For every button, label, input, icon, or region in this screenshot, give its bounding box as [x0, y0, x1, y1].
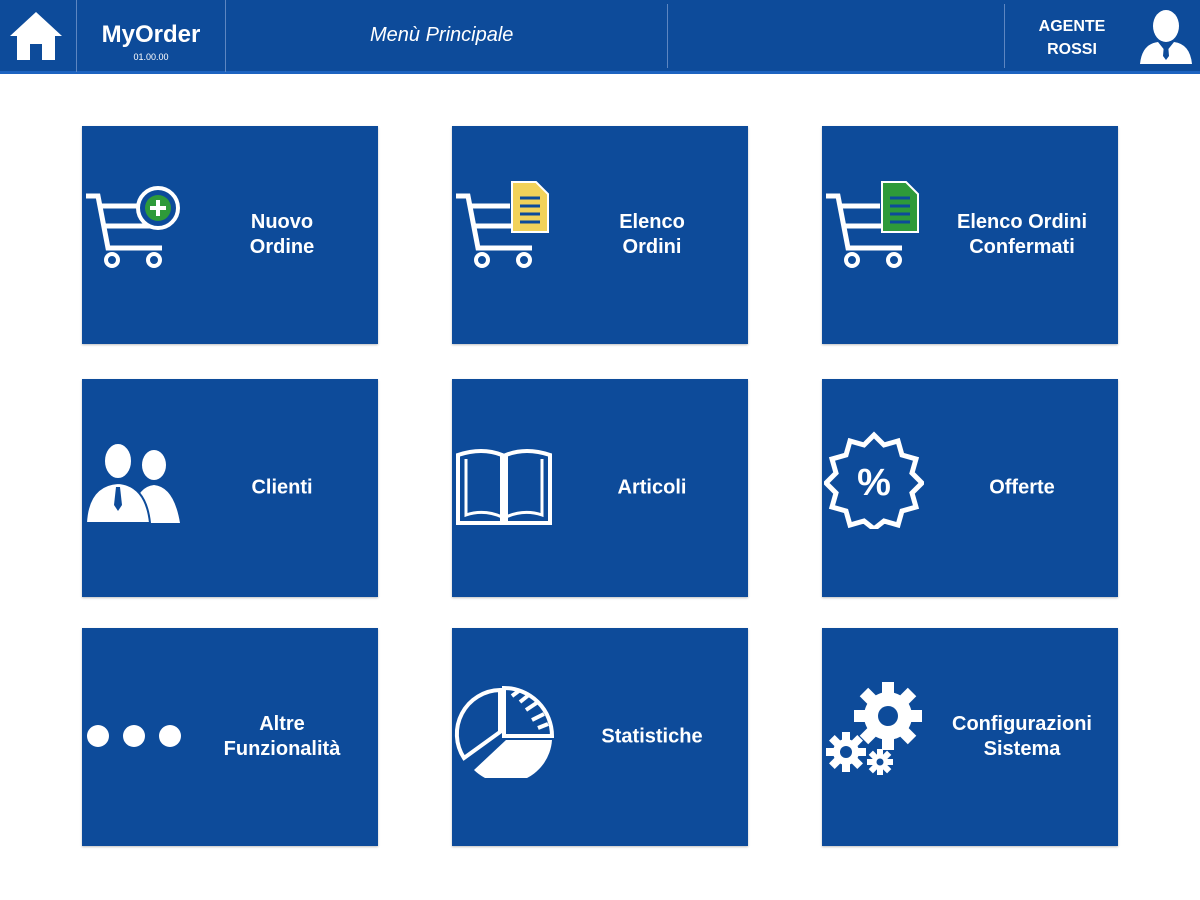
user-avatar-icon [1140, 10, 1192, 64]
pie-chart-icon [454, 685, 554, 778]
tile-items[interactable]: Articoli [452, 379, 748, 597]
cart-document-icon [456, 181, 549, 268]
percent-badge-icon: % [824, 431, 924, 529]
more-dots-icon [87, 725, 181, 747]
tile-customers[interactable]: Clienti [82, 379, 378, 597]
app-brand: MyOrder 01.00.00 [76, 0, 226, 72]
tile-offers[interactable]: % Offerte [822, 379, 1118, 597]
tile-label: Clienti [251, 476, 313, 499]
cart-confirmed-document-icon [826, 181, 919, 268]
customers-icon [84, 442, 180, 524]
page-title: Menù Principale [370, 24, 514, 46]
tile-statistics[interactable]: Statistiche [452, 628, 748, 846]
agent-surname: ROSSI [1047, 41, 1097, 58]
gears-icon [826, 682, 922, 775]
tile-system-settings[interactable]: Configurazioni Sistema [822, 628, 1118, 846]
tile-label: Elenco Ordini [619, 211, 685, 258]
user-avatar-button[interactable] [1138, 6, 1194, 66]
tile-label: Configurazioni Sistema [952, 713, 1092, 760]
svg-text:%: % [857, 462, 891, 504]
tile-label: Statistiche [601, 725, 703, 748]
tile-label: Offerte [989, 476, 1055, 499]
header-divider [1004, 4, 1005, 68]
agent-name: AGENTE ROSSI [1032, 15, 1112, 61]
app-name: MyOrder [101, 21, 201, 48]
tile-label: Elenco Ordini Confermati [956, 211, 1088, 258]
tile-label: Nuovo Ordine [249, 211, 315, 258]
open-book-icon [456, 449, 552, 525]
tile-new-order[interactable]: Nuovo Ordine [82, 126, 378, 344]
tile-confirmed-orders[interactable]: Elenco Ordini Confermati [822, 126, 1118, 344]
tile-label: Altre Funzionalità [223, 713, 341, 760]
tile-order-list[interactable]: Elenco Ordini [452, 126, 748, 344]
header-divider [667, 4, 668, 68]
cart-add-icon [86, 186, 180, 268]
tile-label: Articoli [617, 476, 687, 499]
tile-more-features[interactable]: Altre Funzionalità [82, 628, 378, 846]
top-bar: MyOrder 01.00.00 Menù Principale AGENTE … [0, 0, 1200, 74]
agent-label: AGENTE [1038, 18, 1106, 35]
home-button[interactable] [8, 10, 64, 62]
home-icon [10, 12, 62, 60]
app-version: 01.00.00 [133, 52, 169, 62]
